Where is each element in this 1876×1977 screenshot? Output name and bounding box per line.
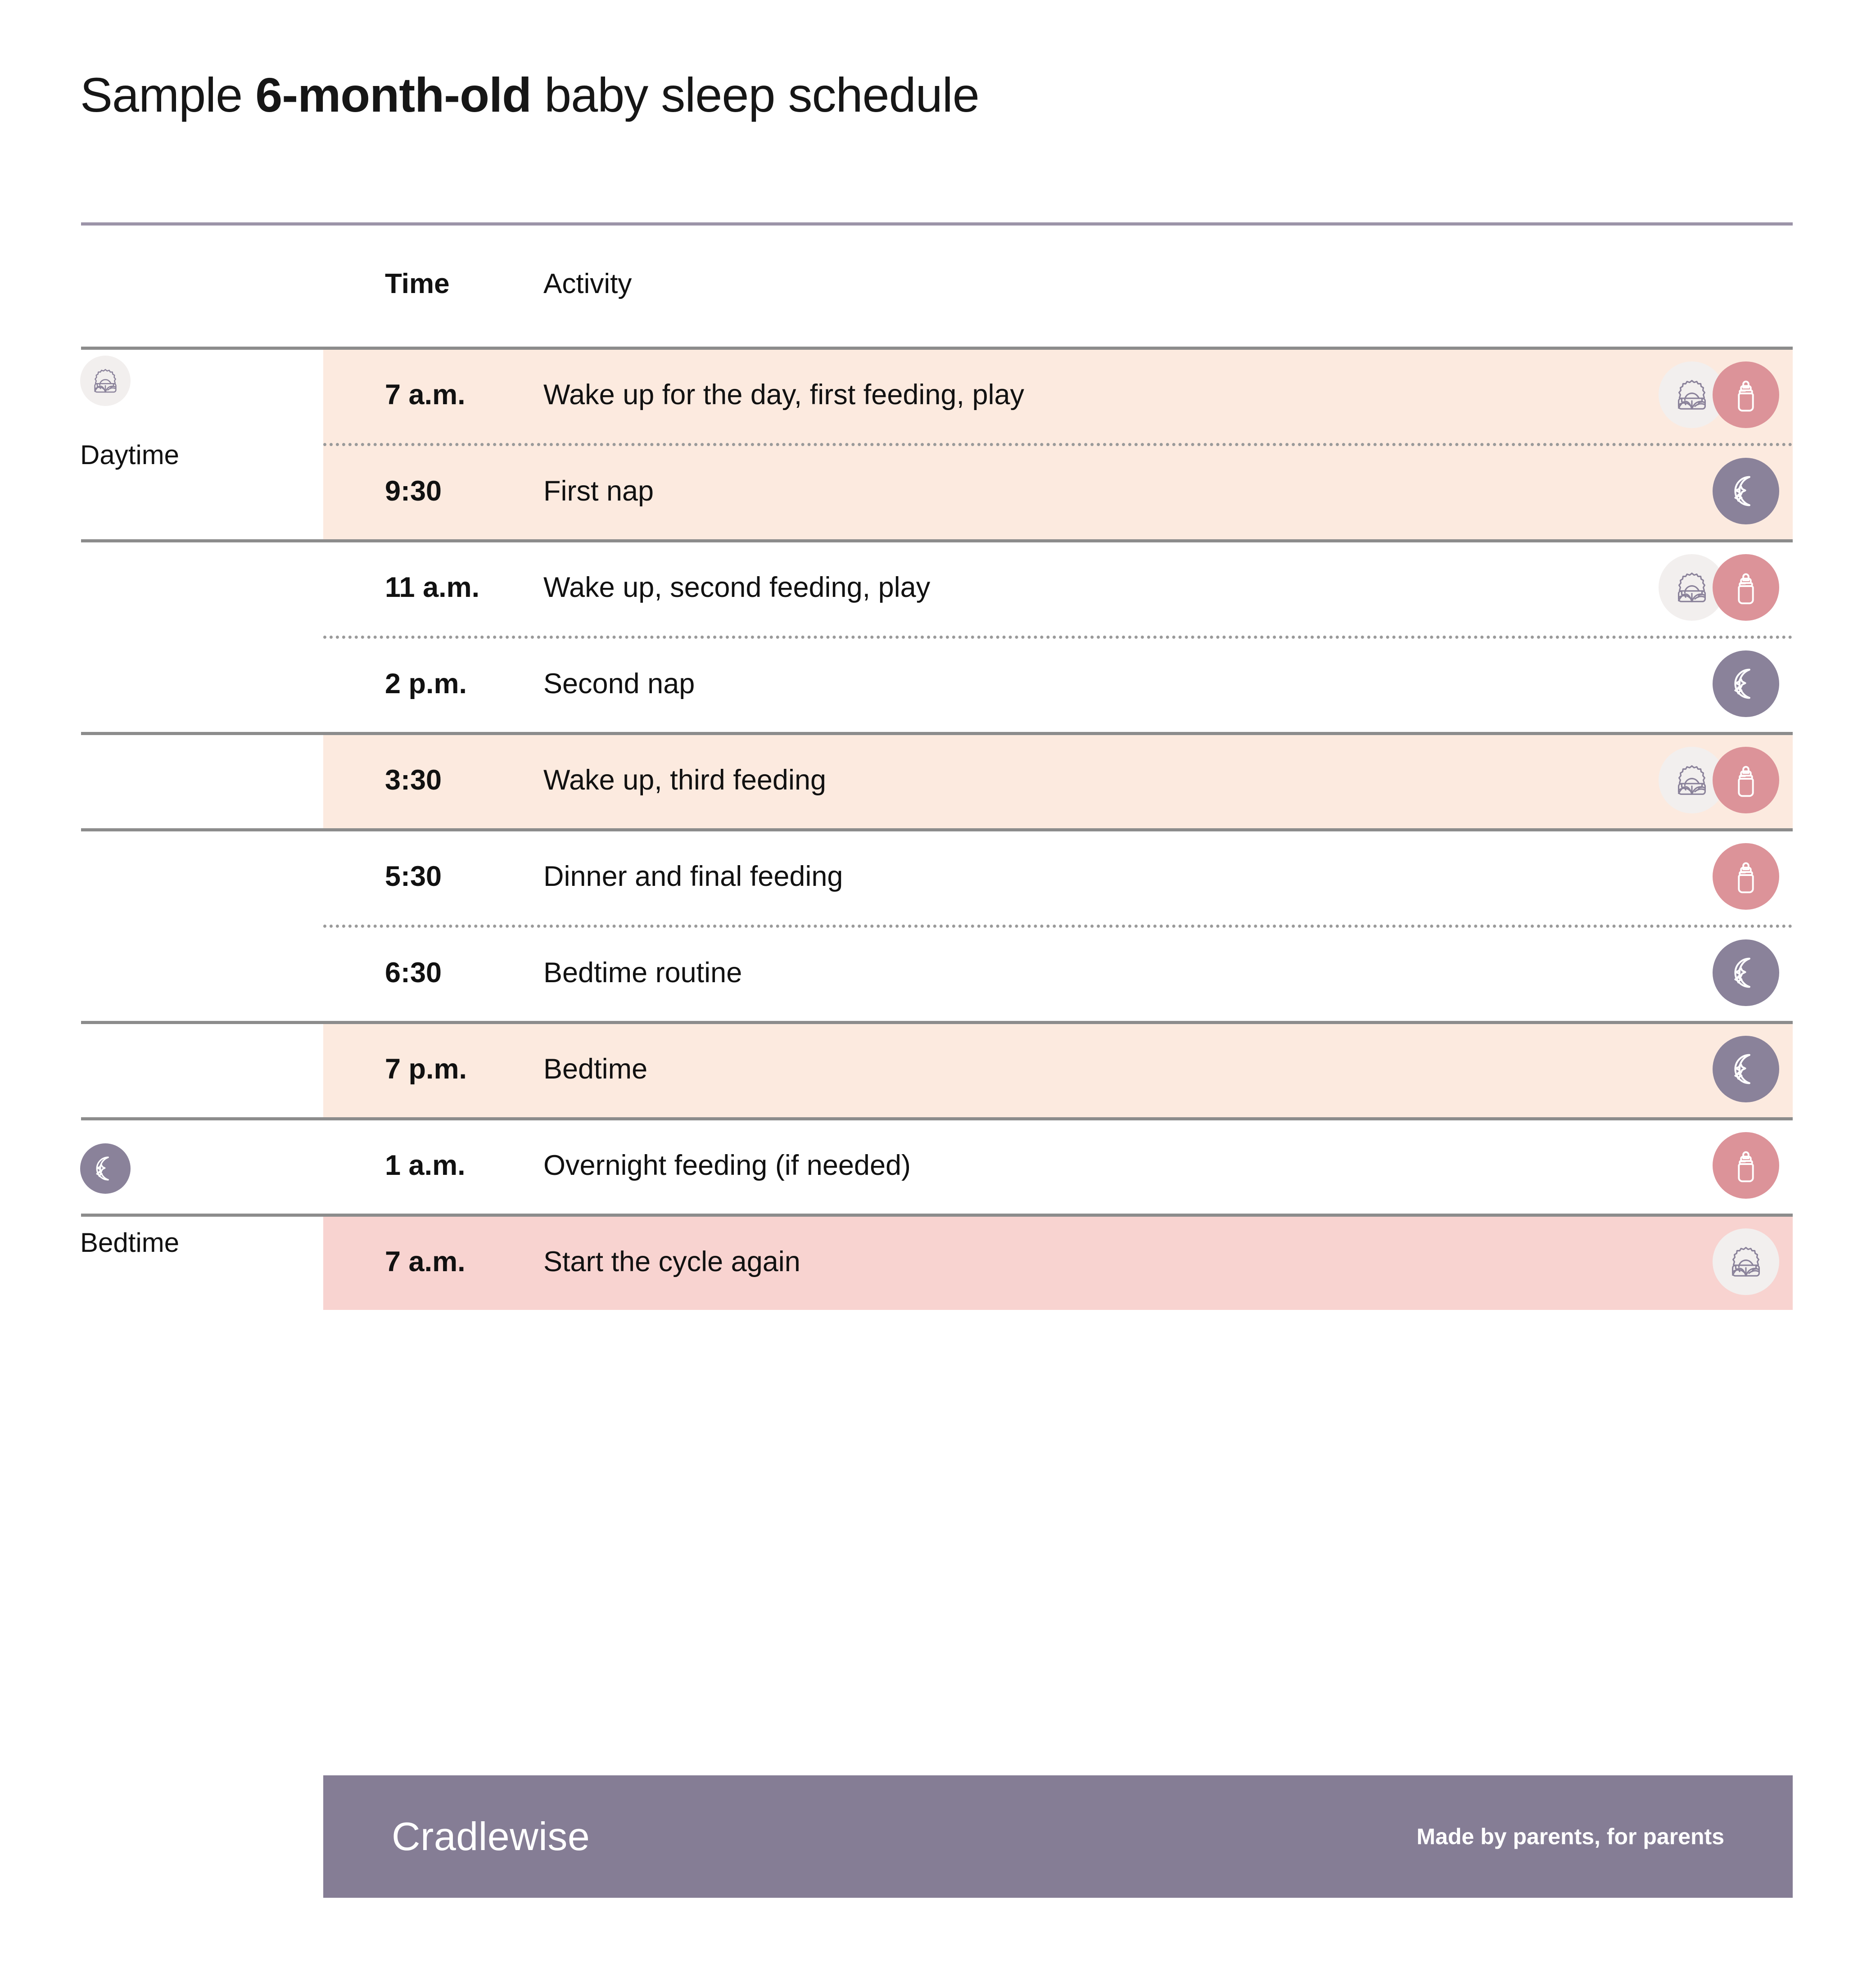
table-row: 5:30 Dinner and final feeding (0, 828, 1876, 925)
brand-logo-text: Cradlewise (392, 1814, 590, 1859)
bottle-icon (1713, 361, 1779, 428)
moon-icon (80, 1143, 131, 1194)
table-row: 2 p.m. Second nap (0, 636, 1876, 732)
sunrise-icon (80, 356, 131, 406)
section-label-bedtime: Bedtime (80, 1143, 314, 1258)
bottle-icon (1713, 554, 1779, 621)
table-row: 6:30 Bedtime routine (0, 925, 1876, 1021)
section-caption: Daytime (80, 440, 180, 470)
row-time: 6:30 (385, 957, 442, 988)
row-time: 9:30 (385, 475, 442, 507)
row-activity: Wake up, second feeding, play (543, 572, 931, 603)
row-icon-group (1659, 747, 1779, 813)
title-emphasis: 6-month-old (255, 68, 532, 122)
row-icon-group (1713, 458, 1779, 524)
moon-icon (1713, 458, 1779, 524)
row-time: 1 a.m. (385, 1150, 466, 1181)
row-time: 7 a.m. (385, 1246, 466, 1277)
row-time: 2 p.m. (385, 668, 467, 700)
row-icon-group (1659, 554, 1779, 621)
row-time: 3:30 (385, 764, 442, 796)
row-icon-group (1713, 1228, 1779, 1295)
row-activity: Wake up, third feeding (543, 764, 827, 796)
row-time: 7 a.m. (385, 379, 466, 411)
row-icon-group (1713, 650, 1779, 717)
column-header-activity: Activity (543, 268, 632, 299)
table-row: 7 p.m. Bedtime (0, 1021, 1876, 1117)
row-activity: Wake up for the day, first feeding, play (543, 379, 1025, 411)
title-suffix: baby sleep schedule (531, 68, 980, 122)
row-icon-group (1713, 843, 1779, 910)
row-time: 7 p.m. (385, 1053, 467, 1085)
footer-bar: Cradlewise Made by parents, for parents (323, 1775, 1793, 1898)
row-activity: Bedtime (543, 1053, 648, 1085)
row-activity: Dinner and final feeding (543, 861, 843, 892)
row-icon-group (1713, 1132, 1779, 1199)
bottle-icon (1713, 843, 1779, 910)
bottle-icon (1713, 1132, 1779, 1199)
moon-icon (1713, 939, 1779, 1006)
row-activity: Bedtime routine (543, 957, 742, 988)
infographic-page: Sample 6-month-old baby sleep schedule T… (0, 0, 1876, 1977)
row-icon-group (1713, 939, 1779, 1006)
row-activity: Overnight feeding (if needed) (543, 1150, 911, 1181)
page-title: Sample 6-month-old baby sleep schedule (80, 67, 980, 123)
row-activity: Second nap (543, 668, 695, 700)
moon-icon (1713, 650, 1779, 717)
bottle-icon (1713, 747, 1779, 813)
table-row: 11 a.m. Wake up, second feeding, play (0, 539, 1876, 636)
row-time: 11 a.m. (385, 572, 480, 603)
title-prefix: Sample (80, 68, 256, 122)
row-time: 5:30 (385, 861, 442, 892)
title-divider (81, 222, 1793, 226)
row-activity: First nap (543, 475, 654, 507)
table-row: 3:30 Wake up, third feeding (0, 732, 1876, 828)
moon-icon (1713, 1036, 1779, 1102)
row-activity: Start the cycle again (543, 1246, 800, 1277)
section-caption: Bedtime (80, 1228, 180, 1258)
section-label-daytime: Daytime (80, 356, 314, 470)
column-header-time: Time (385, 268, 450, 299)
row-icon-group (1659, 361, 1779, 428)
sunrise-icon (1713, 1228, 1779, 1295)
row-icon-group (1713, 1036, 1779, 1102)
footer-tagline: Made by parents, for parents (1416, 1824, 1725, 1849)
